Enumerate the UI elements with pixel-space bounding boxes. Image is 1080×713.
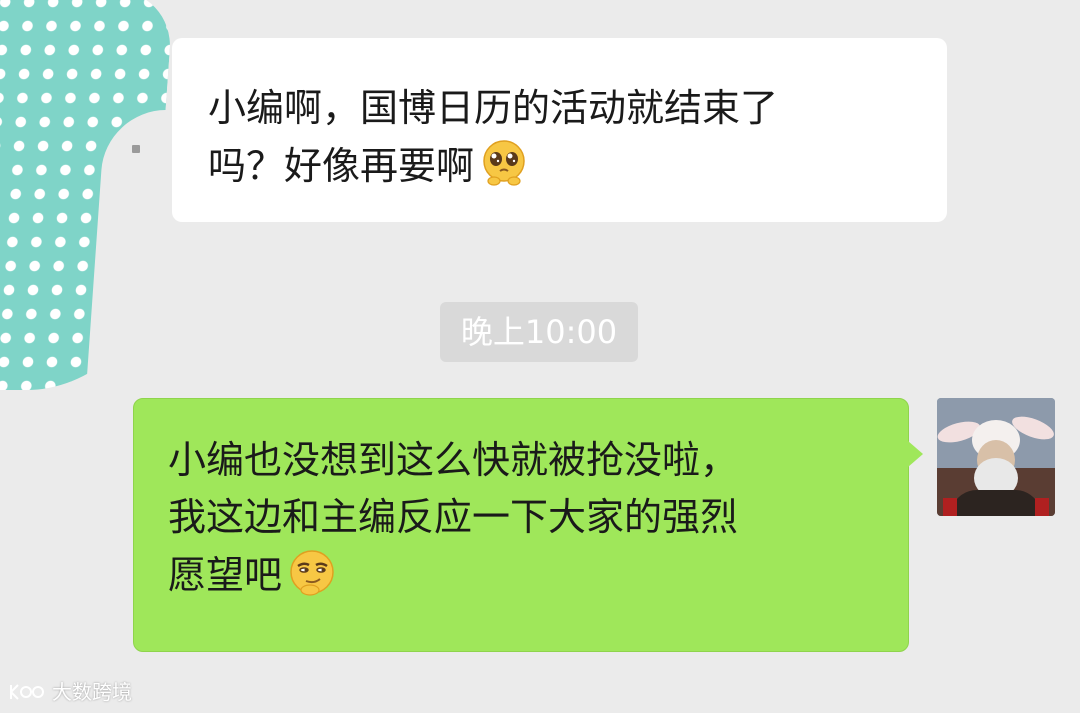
outgoing-message-bubble[interactable]: 小编也没想到这么快就被抢没啦， 我这边和主编反应一下大家的强烈 愿望吧 bbox=[133, 398, 923, 652]
incoming-message-bubble[interactable]: 小编啊，国博日历的活动就结束了 吗？好像再要啊 bbox=[172, 38, 947, 222]
incoming-message-line: 小编啊，国博日历的活动就结束了 bbox=[208, 86, 779, 130]
outgoing-message-text: 愿望吧 bbox=[168, 553, 283, 597]
message-marker bbox=[132, 145, 140, 153]
timestamp-badge: 晚上10:00 bbox=[440, 302, 638, 362]
user-avatar-icon bbox=[937, 398, 1055, 516]
outgoing-message-line: 小编也没想到这么快就被抢没啦， bbox=[168, 438, 739, 482]
smirk-thinking-icon bbox=[290, 550, 334, 596]
watermark-text: 大数跨境 bbox=[52, 680, 132, 704]
chat-view: 小编啊，国博日历的活动就结束了 吗？好像再要啊 晚上10:00 小编也没想到这么… bbox=[0, 0, 1080, 713]
incoming-message-line: 吗？好像再要啊 bbox=[208, 137, 917, 195]
outgoing-message-line: 我这边和主编反应一下大家的强烈 bbox=[168, 495, 739, 539]
watermark-logo-icon bbox=[10, 684, 44, 700]
watermark: 大数跨境 bbox=[8, 679, 132, 705]
pleading-face-icon bbox=[483, 140, 525, 186]
user-avatar[interactable] bbox=[937, 398, 1055, 516]
incoming-message-text: 吗？好像再要啊 bbox=[208, 144, 475, 188]
outgoing-message-line: 愿望吧 bbox=[168, 546, 884, 604]
contact-avatar[interactable] bbox=[0, 0, 174, 390]
